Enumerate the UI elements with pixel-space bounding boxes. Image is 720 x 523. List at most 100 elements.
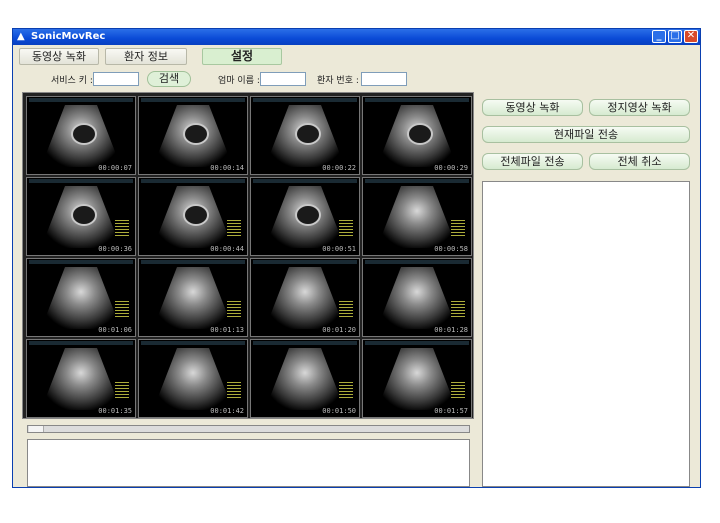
thumbnail-timestamp: 00:01:35	[98, 407, 132, 415]
measurement-annotations	[115, 220, 129, 236]
measurement-annotations	[451, 220, 465, 236]
ultrasound-thumbnail[interactable]: 00:01:35	[26, 339, 136, 418]
search-bar: 서비스 키 : 검색 엄마 이름 : 환자 번호 :	[13, 69, 700, 89]
close-button[interactable]: ✕	[684, 30, 698, 43]
measurement-annotations	[115, 301, 129, 317]
thumbnail-timestamp: 00:01:13	[210, 326, 244, 334]
thumbnail-timestamp: 00:00:58	[434, 245, 468, 253]
service-key-input[interactable]	[93, 72, 139, 86]
ultrasound-thumbnail[interactable]: 00:00:44	[138, 177, 248, 256]
send-all-files-button[interactable]: 전체파일 전송	[482, 153, 583, 170]
record-still-button[interactable]: 정지영상 녹화	[589, 99, 690, 116]
ultrasound-feature	[71, 204, 97, 226]
thumbnail-header	[29, 98, 133, 102]
log-box[interactable]	[27, 439, 470, 487]
thumbnail-timestamp: 00:01:20	[322, 326, 356, 334]
thumbnail-header	[29, 341, 133, 345]
thumbnail-timestamp: 00:00:14	[210, 164, 244, 172]
progress-bar[interactable]	[27, 425, 470, 433]
patient-number-label: 환자 번호 :	[317, 76, 359, 86]
measurement-annotations	[227, 382, 241, 398]
ultrasound-feature	[71, 123, 97, 145]
minimize-button[interactable]: _	[652, 30, 666, 43]
ultrasound-thumbnail[interactable]: 00:00:14	[138, 96, 248, 175]
record-video-button[interactable]: 동영상 녹화	[482, 99, 583, 116]
thumbnail-header	[365, 179, 469, 183]
mother-name-label: 엄마 이름 :	[218, 76, 260, 86]
thumbnail-timestamp: 00:01:50	[322, 407, 356, 415]
thumbnail-header	[141, 260, 245, 264]
app-window: ▲ SonicMovRec _ □ ✕ 동영상 녹화 환자 정보 설정 서비스 …	[12, 28, 701, 488]
ultrasound-image	[377, 348, 457, 410]
ultrasound-feature	[183, 204, 209, 226]
thumbnail-timestamp: 00:00:51	[322, 245, 356, 253]
app-icon: ▲	[17, 31, 25, 42]
thumbnail-header	[141, 179, 245, 183]
thumbnail-header	[29, 260, 133, 264]
measurement-annotations	[339, 382, 353, 398]
ultrasound-thumbnail[interactable]: 00:01:20	[250, 258, 360, 337]
progress-knob[interactable]	[29, 426, 44, 432]
measurement-annotations	[451, 301, 465, 317]
ultrasound-image	[377, 267, 457, 329]
ultrasound-thumbnail[interactable]: 00:00:29	[362, 96, 472, 175]
measurement-annotations	[115, 382, 129, 398]
measurement-annotations	[339, 301, 353, 317]
ultrasound-feature	[295, 123, 321, 145]
ultrasound-thumbnail[interactable]: 00:01:57	[362, 339, 472, 418]
thumbnail-grid: 00:00:07 00:00:14 00:00:22 00:00:29 00:00:36…	[22, 92, 474, 419]
tab-patient-info[interactable]: 환자 정보	[105, 48, 187, 65]
patient-number-input[interactable]	[361, 72, 407, 86]
thumbnail-header	[253, 260, 357, 264]
ultrasound-thumbnail[interactable]: 00:00:36	[26, 177, 136, 256]
tab-settings[interactable]: 설정	[202, 48, 282, 65]
ultrasound-image	[41, 267, 121, 329]
thumbnail-timestamp: 00:00:44	[210, 245, 244, 253]
ultrasound-thumbnail[interactable]: 00:01:42	[138, 339, 248, 418]
thumbnail-timestamp: 00:01:28	[434, 326, 468, 334]
send-current-file-button[interactable]: 현재파일 전송	[482, 126, 690, 143]
ultrasound-feature	[407, 123, 433, 145]
title-bar[interactable]: ▲ SonicMovRec _ □ ✕	[13, 29, 700, 45]
measurement-annotations	[339, 220, 353, 236]
ultrasound-thumbnail[interactable]: 00:00:51	[250, 177, 360, 256]
ultrasound-thumbnail[interactable]: 00:00:58	[362, 177, 472, 256]
thumbnail-timestamp: 00:00:36	[98, 245, 132, 253]
file-list[interactable]	[482, 181, 690, 487]
nav-bar: 동영상 녹화 환자 정보 설정	[13, 45, 700, 67]
thumbnail-header	[365, 98, 469, 102]
thumbnail-header	[253, 179, 357, 183]
search-button[interactable]: 검색	[147, 71, 191, 87]
mother-name-input[interactable]	[260, 72, 306, 86]
service-key-label: 서비스 키 :	[51, 76, 93, 86]
ultrasound-thumbnail[interactable]: 00:01:13	[138, 258, 248, 337]
ultrasound-thumbnail[interactable]: 00:00:07	[26, 96, 136, 175]
thumbnail-timestamp: 00:00:07	[98, 164, 132, 172]
thumbnail-timestamp: 00:00:22	[322, 164, 356, 172]
thumbnail-header	[141, 98, 245, 102]
thumbnail-timestamp: 00:01:42	[210, 407, 244, 415]
thumbnail-header	[29, 179, 133, 183]
ultrasound-thumbnail[interactable]: 00:01:50	[250, 339, 360, 418]
thumbnail-timestamp: 00:01:57	[434, 407, 468, 415]
thumbnail-timestamp: 00:00:29	[434, 164, 468, 172]
ultrasound-image	[265, 348, 345, 410]
ultrasound-thumbnail[interactable]: 00:00:22	[250, 96, 360, 175]
thumbnail-header	[141, 341, 245, 345]
ultrasound-thumbnail[interactable]: 00:01:28	[362, 258, 472, 337]
tab-video-record[interactable]: 동영상 녹화	[19, 48, 99, 65]
thumbnail-header	[253, 98, 357, 102]
ultrasound-feature	[295, 204, 321, 226]
thumbnail-header	[253, 341, 357, 345]
ultrasound-thumbnail[interactable]: 00:01:06	[26, 258, 136, 337]
thumbnail-header	[365, 260, 469, 264]
ultrasound-feature	[183, 123, 209, 145]
ultrasound-image	[41, 348, 121, 410]
cancel-all-button[interactable]: 전체 취소	[589, 153, 690, 170]
measurement-annotations	[227, 220, 241, 236]
measurement-annotations	[451, 382, 465, 398]
ultrasound-image	[265, 267, 345, 329]
measurement-annotations	[227, 301, 241, 317]
maximize-button[interactable]: □	[668, 30, 682, 43]
thumbnail-header	[365, 341, 469, 345]
